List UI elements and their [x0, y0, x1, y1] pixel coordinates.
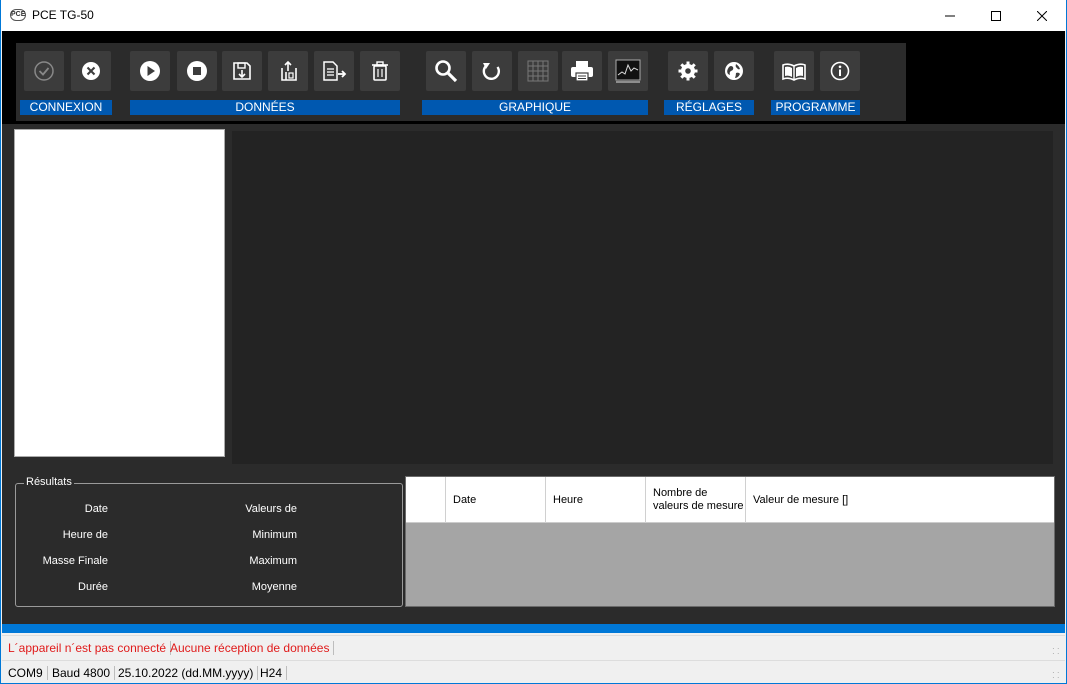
status-port: COM9 [4, 666, 48, 680]
separator-strip [2, 624, 1065, 633]
maximize-icon [991, 10, 1001, 21]
status-not-connected: L´appareil n´est pas connecté [4, 641, 172, 655]
result-label-moyenne: Moyenne [251, 581, 297, 593]
connect-button[interactable] [24, 51, 64, 91]
table-header: Date Heure Nombre de valeurs de mesure V… [406, 477, 1054, 523]
reset-view-button[interactable] [472, 51, 512, 91]
table-header-heure[interactable]: Heure [546, 477, 646, 523]
minimize-button[interactable] [927, 0, 973, 31]
result-label-heure-de: Heure de [62, 529, 108, 541]
disconnect-button[interactable] [71, 51, 111, 91]
application-window: PCE PCE TG-50 CONNEXION DONNÉES GRAPHIQU… [1, 0, 1066, 683]
result-label-date: Date [84, 503, 108, 515]
results-groupbox: Résultats Date Heure de Masse Finale Dur… [15, 476, 403, 607]
zoom-button[interactable] [426, 51, 466, 91]
globe-icon [725, 62, 743, 80]
graph-area[interactable] [232, 131, 1053, 464]
load-button[interactable] [268, 51, 308, 91]
check-circle-icon [34, 61, 54, 81]
status-bar-settings: COM9 Baud 4800 25.10.2022 (dd.MM.yyyy) H… [2, 660, 1065, 683]
toolbar-panel: CONNEXION DONNÉES GRAPHIQUE RÉGLAGES PRO… [16, 43, 906, 121]
group-label-reglages: RÉGLAGES [664, 100, 754, 115]
result-label-maximum: Maximum [249, 555, 297, 567]
book-icon [782, 63, 806, 81]
status-no-data: Aucune réception de données [166, 641, 335, 655]
window-title: PCE TG-50 [32, 8, 94, 22]
resize-grip-icon[interactable]: · · · · [1052, 645, 1062, 658]
refresh-icon [482, 63, 501, 80]
result-label-valeurs-de: Valeurs de [245, 503, 297, 515]
toolbar-area: CONNEXION DONNÉES GRAPHIQUE RÉGLAGES PRO… [2, 31, 1065, 124]
info-icon [830, 61, 850, 81]
start-button[interactable] [130, 51, 170, 91]
result-label-minimum: Minimum [252, 529, 297, 541]
trash-icon [372, 61, 388, 81]
result-label-masse-finale: Masse Finale [42, 555, 108, 567]
gear-icon [678, 61, 698, 81]
settings-button[interactable] [668, 51, 708, 91]
delete-button[interactable] [360, 51, 400, 91]
print-button[interactable] [562, 51, 602, 91]
app-logo-icon: PCE [10, 9, 26, 21]
resize-grip-icon[interactable]: · · · · [1052, 669, 1062, 682]
magnifier-icon [435, 60, 458, 83]
results-legend: Résultats [24, 476, 74, 488]
export-button[interactable] [314, 51, 354, 91]
language-button[interactable] [714, 51, 754, 91]
table-header-row-selector[interactable] [406, 477, 446, 523]
stop-button[interactable] [177, 51, 217, 91]
title-bar: PCE PCE TG-50 [1, 0, 1066, 31]
about-button[interactable] [820, 51, 860, 91]
play-icon [140, 61, 160, 81]
main-area: Résultats Date Heure de Masse Finale Dur… [2, 124, 1065, 624]
chart-view-button[interactable] [608, 51, 648, 91]
group-label-donnees: DONNÉES [130, 100, 400, 115]
open-icon [281, 60, 297, 81]
export-icon [323, 61, 347, 81]
printer-icon [571, 61, 593, 82]
measurement-list-panel[interactable] [14, 129, 225, 457]
group-label-connexion: CONNEXION [20, 100, 112, 115]
table-header-nombre-valeurs[interactable]: Nombre de valeurs de mesure [646, 477, 746, 523]
maximize-button[interactable] [973, 0, 1019, 31]
save-button[interactable] [222, 51, 262, 91]
minimize-icon [945, 15, 955, 16]
close-icon [1037, 10, 1047, 21]
measurement-table[interactable]: Date Heure Nombre de valeurs de mesure V… [405, 476, 1055, 607]
group-label-graphique: GRAPHIQUE [422, 100, 648, 115]
table-header-valeur-mesure[interactable]: Valeur de mesure [] [746, 477, 1054, 523]
group-label-programme: PROGRAMME [771, 100, 860, 115]
close-button[interactable] [1019, 0, 1065, 31]
grid-toggle-button[interactable] [518, 51, 558, 91]
save-icon [233, 62, 251, 80]
status-time-format: H24 [256, 666, 288, 680]
x-circle-icon [82, 62, 100, 80]
grid-icon [527, 60, 549, 82]
manual-button[interactable] [774, 51, 814, 91]
table-header-date[interactable]: Date [446, 477, 546, 523]
status-baud: Baud 4800 [48, 666, 116, 680]
result-label-duree: Durée [78, 581, 108, 593]
chart-icon [615, 59, 641, 83]
status-bar-connection: L´appareil n´est pas connecté Aucune réc… [2, 635, 1065, 659]
stop-icon [187, 61, 207, 81]
status-date-format: 25.10.2022 (dd.MM.yyyy) [114, 666, 259, 680]
